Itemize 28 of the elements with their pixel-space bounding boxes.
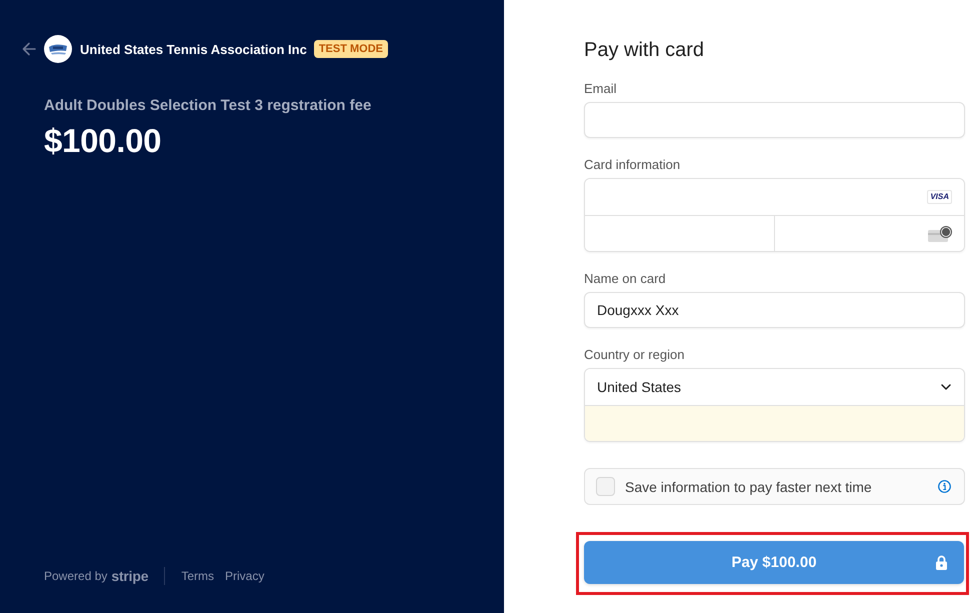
logo-icon — [44, 35, 72, 63]
footer-link[interactable]: Terms — [181, 569, 214, 583]
input-field[interactable] — [585, 215, 774, 251]
input-field[interactable] — [585, 405, 964, 441]
brand-wordmark: stripe — [111, 568, 148, 584]
country-select[interactable]: United States — [585, 369, 964, 405]
footer-link[interactable]: Privacy — [224, 569, 264, 583]
merchant-name: United States Tennis Association Inc — [80, 42, 307, 56]
form-title: Pay with card — [584, 38, 704, 62]
input-field[interactable]: Dougxxx Xxx — [584, 292, 965, 328]
field-label: Country or region — [584, 347, 684, 363]
field-label: Email — [584, 81, 617, 97]
checkbox[interactable] — [596, 477, 615, 496]
cvc-card-icon — [928, 226, 952, 242]
test-mode-badge: TEST MODE — [314, 40, 388, 58]
product-title: Adult Doubles Selection Test 3 regstration fee — [44, 96, 372, 116]
lock-icon — [935, 555, 948, 570]
save-info-label: Save information to pay faster next time — [625, 478, 872, 494]
price: $100.00 — [44, 122, 162, 160]
powered-by-label: Powered by — [44, 569, 108, 583]
input-field[interactable] — [774, 215, 964, 251]
field-label: Name on card — [584, 271, 666, 287]
field-label: Card information — [584, 157, 680, 173]
info-icon[interactable] — [938, 480, 951, 493]
back-button[interactable] — [22, 42, 36, 56]
card-brand-logo: VISA — [927, 190, 952, 204]
input-field[interactable] — [584, 102, 965, 138]
input-field[interactable]: VISA — [585, 179, 964, 215]
